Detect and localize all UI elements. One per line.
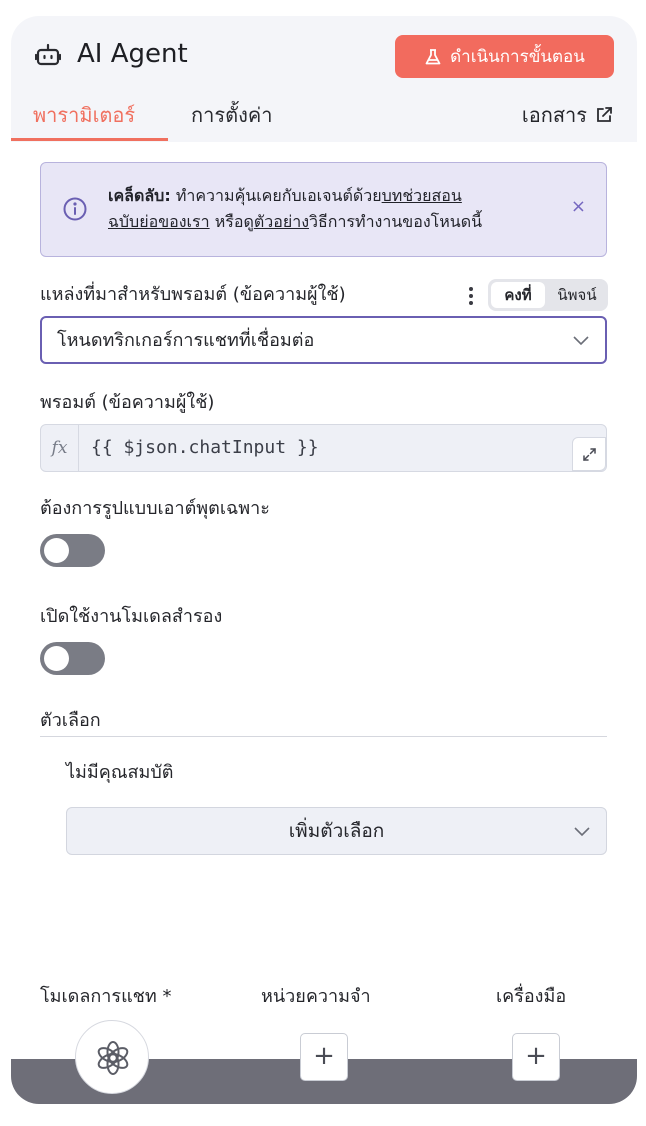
execute-step-label: ดำเนินการขั้นตอน (450, 47, 585, 67)
mode-fixed-option[interactable]: คงที่ (491, 282, 545, 308)
flask-icon (425, 48, 441, 64)
examples-link[interactable]: ตัวอย่าง (254, 212, 309, 231)
output-format-toggle[interactable] (40, 534, 105, 567)
expand-editor-button[interactable] (572, 437, 606, 471)
tutorial-link-part-1[interactable]: บทช่วยสอน (382, 186, 462, 205)
no-properties-text: ไม่มีคุณสมบัติ (66, 762, 174, 783)
tip-text-1: ทำความคุ้นเคยกับเอเจนต์ด้วย (170, 186, 382, 205)
docs-label: เอกสาร (521, 103, 587, 127)
chat-model-node[interactable] (75, 1020, 149, 1094)
tip-close-button[interactable]: × (571, 197, 586, 217)
info-icon (63, 197, 87, 221)
tutorial-link-part-2[interactable]: ฉบับย่อของเรา (108, 212, 210, 231)
execute-step-button[interactable]: ดำเนินการขั้นตอน (395, 35, 614, 78)
fallback-model-toggle[interactable] (40, 642, 105, 675)
output-format-label: ต้องการรูปแบบเอาต์พุตเฉพาะ (40, 498, 270, 519)
prompt-source-label: แหล่งที่มาสำหรับพรอมต์ (ข้อความผู้ใช้) (40, 284, 346, 305)
toggle-knob (44, 646, 69, 671)
prompt-label: พรอมต์ (ข้อความผู้ใช้) (40, 392, 215, 413)
prompt-source-select[interactable]: โหนดทริกเกอร์การแชทที่เชื่อมต่อ (40, 316, 607, 364)
options-divider (40, 736, 607, 737)
docs-link[interactable]: เอกสาร (522, 100, 613, 130)
node-panel: AI Agent ดำเนินการขั้นตอน พารามิเตอร์ กา… (11, 16, 637, 1104)
chevron-down-icon (573, 336, 589, 346)
prompt-source-value: โหนดทริกเกอร์การแชทที่เชื่อมต่อ (57, 330, 315, 351)
tip-text: เคล็ดลับ: ทำความคุ้นเคยกับเอเจนต์ด้วยบทช… (108, 183, 560, 235)
fx-icon: fx (41, 425, 79, 471)
add-tool-button[interactable]: + (512, 1033, 560, 1081)
tip-text-2: หรือดู (209, 212, 254, 231)
expand-icon (583, 448, 596, 461)
tab-parameters[interactable]: พารามิเตอร์ (33, 100, 135, 130)
page-title: AI Agent (77, 39, 188, 69)
mode-expression-option[interactable]: นิพจน์ (548, 282, 606, 308)
tip-text-3: วิธีการทำงานของโหนดนี้ (309, 212, 483, 231)
active-tab-indicator (11, 138, 168, 141)
prompt-expression-value[interactable]: {{ $json.chatInput }} (91, 435, 319, 461)
more-options-icon[interactable] (466, 284, 476, 308)
tab-bar: พารามิเตอร์ การตั้งค่า เอกสาร (11, 92, 637, 142)
mode-switch: คงที่ นิพจน์ (488, 279, 608, 311)
add-memory-button[interactable]: + (300, 1033, 348, 1081)
fallback-model-label: เปิดใช้งานโมเดลสำรอง (40, 606, 223, 627)
toggle-knob (44, 538, 69, 563)
add-option-dropdown[interactable]: เพิ่มตัวเลือก (66, 807, 607, 855)
tip-bold: เคล็ดลับ: (108, 186, 171, 205)
options-heading: ตัวเลือก (40, 710, 101, 731)
chat-model-label: โมเดลการแชท * (40, 986, 172, 1007)
chevron-down-icon (574, 827, 590, 837)
memory-label: หน่วยความจำ (261, 986, 371, 1007)
prompt-expression-field[interactable]: fx {{ $json.chatInput }} (40, 424, 607, 472)
add-option-label: เพิ่มตัวเลือก (288, 820, 385, 842)
external-link-icon (597, 107, 612, 122)
tab-settings[interactable]: การตั้งค่า (191, 100, 272, 130)
tools-label: เครื่องมือ (496, 986, 567, 1007)
tip-callout: เคล็ดลับ: ทำความคุ้นเคยกับเอเจนต์ด้วยบทช… (40, 162, 607, 257)
openai-icon (97, 1041, 129, 1075)
panel-header: AI Agent ดำเนินการขั้นตอน พารามิเตอร์ กา… (11, 16, 637, 142)
robot-icon (35, 43, 61, 66)
